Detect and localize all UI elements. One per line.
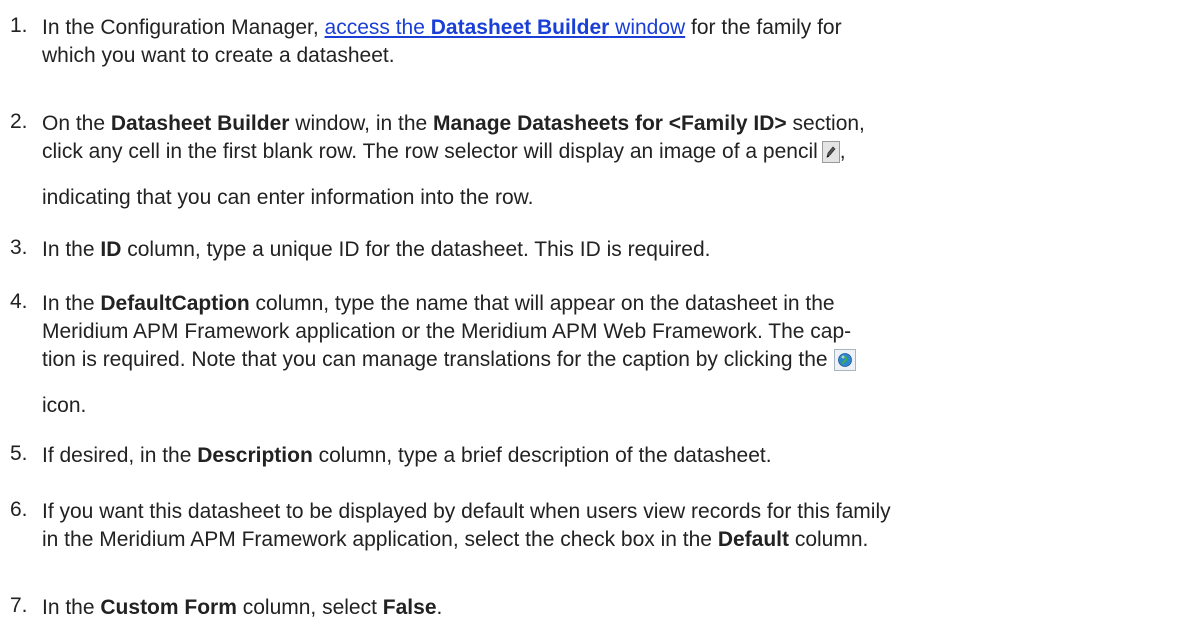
step-number: 5. <box>10 442 28 465</box>
ui-term: Default <box>717 528 789 551</box>
step-text: In the ID column, type a unique ID for t… <box>42 236 1182 264</box>
step-text-segment: column, select <box>236 596 383 619</box>
step-text-line: Meridium APM Framework application or th… <box>42 320 852 343</box>
ui-term: False <box>382 596 437 619</box>
step-number: 3. <box>10 236 28 259</box>
step-text-line: indicating that you can enter informatio… <box>42 186 534 209</box>
step-number: 1. <box>10 14 28 37</box>
step-text-segment: In the <box>42 596 101 619</box>
step-text-segment: column, type the name that will appear o… <box>249 292 835 315</box>
step-text: If desired, in the Description column, t… <box>42 442 1182 470</box>
step-text: In the Custom Form column, select False. <box>42 594 1182 622</box>
ui-term: DefaultCaption <box>100 292 250 315</box>
step-text: If you want this datasheet to be display… <box>42 498 1182 554</box>
link-text: window <box>609 16 686 39</box>
pencil-icon <box>821 141 840 163</box>
step-text-segment: column. <box>789 528 869 551</box>
step-text-segment: for the family for <box>685 16 842 39</box>
step-text-segment: . <box>436 596 443 619</box>
link-text: access the <box>324 16 431 39</box>
step-text-segment: , <box>839 140 846 163</box>
step-number: 6. <box>10 498 28 521</box>
ui-term: Description <box>197 444 313 467</box>
step-text: On the Datasheet Builder window, in the … <box>42 110 1182 212</box>
step-text: In the DefaultCaption column, type the n… <box>42 290 1182 420</box>
step-number: 7. <box>10 594 28 617</box>
step-text-line: If you want this datasheet to be display… <box>42 500 891 523</box>
step-text-segment: In the <box>42 238 101 261</box>
link-keyword: Datasheet Builder <box>430 16 610 39</box>
datasheet-builder-link[interactable]: access the Datasheet Builder window <box>325 16 686 39</box>
ui-term: Custom Form <box>100 596 237 619</box>
ui-term: Datasheet Builder <box>110 112 290 135</box>
ui-term: Manage Datasheets for <Family ID> <box>433 112 787 135</box>
step-text-segment: On the <box>42 112 111 135</box>
step-text: In the Configuration Manager, access the… <box>42 14 1182 70</box>
globe-icon <box>833 349 856 371</box>
step-text-segment: column, type a unique ID for the datashe… <box>121 238 711 261</box>
step-text-segment: In the Configuration Manager, <box>42 16 325 39</box>
step-text-segment: tion is required. Note that you can mana… <box>42 348 828 371</box>
step-number: 2. <box>10 110 28 133</box>
step-text-line: icon. <box>42 394 87 417</box>
step-text-line: which you want to create a datasheet. <box>42 44 395 67</box>
step-text-segment: in the Meridium APM Framework applicatio… <box>42 528 718 551</box>
step-number: 4. <box>10 290 28 313</box>
step-text-segment: column, type a brief description of the … <box>312 444 772 467</box>
step-text-segment: section, <box>786 112 865 135</box>
step-text-segment: If desired, in the <box>42 444 198 467</box>
procedure-steps: 1. In the Configuration Manager, access … <box>0 0 1191 641</box>
step-text-segment: window, in the <box>289 112 434 135</box>
step-text-segment: In the <box>42 292 101 315</box>
ui-term: ID <box>100 238 122 261</box>
step-text-segment: click any cell in the first blank row. T… <box>42 140 818 163</box>
